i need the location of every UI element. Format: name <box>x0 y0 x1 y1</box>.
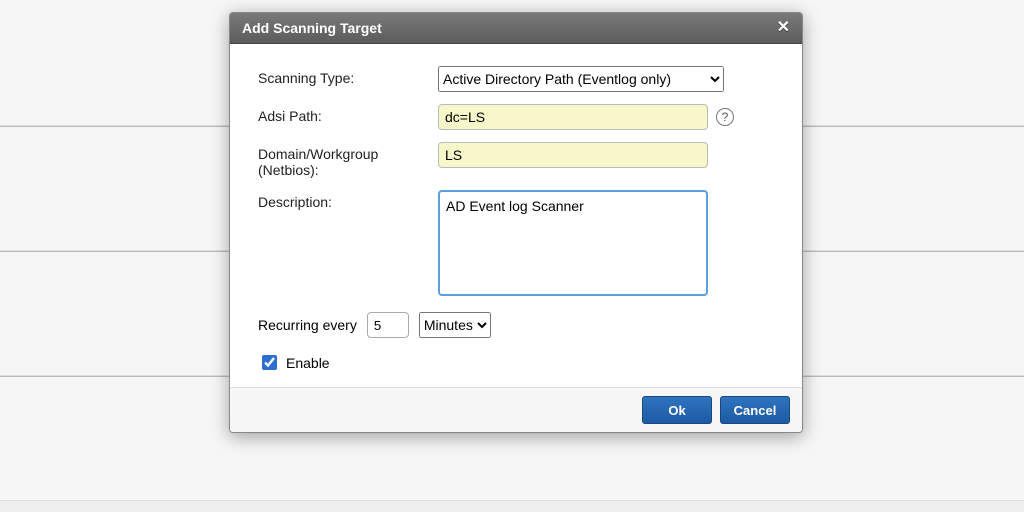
domain-workgroup-input[interactable] <box>438 142 708 168</box>
close-icon[interactable]: ✕ <box>777 20 790 36</box>
dialog-title: Add Scanning Target <box>242 20 382 36</box>
enable-checkbox[interactable] <box>262 355 277 370</box>
recurring-value-input[interactable] <box>367 312 409 338</box>
label-scanning-type: Scanning Type: <box>258 66 438 86</box>
dialog-titlebar[interactable]: Add Scanning Target ✕ <box>230 13 802 44</box>
cancel-button[interactable]: Cancel <box>720 396 790 424</box>
label-domain-workgroup: Domain/Workgroup (Netbios): <box>258 142 438 178</box>
label-adsi-path: Adsi Path: <box>258 104 438 124</box>
add-scanning-target-dialog: Add Scanning Target ✕ Scanning Type: Act… <box>229 12 803 433</box>
enable-row: Enable <box>258 352 774 373</box>
dialog-footer: Ok Cancel <box>230 387 802 432</box>
label-recurring: Recurring every <box>258 317 357 333</box>
help-icon[interactable]: ? <box>716 108 734 126</box>
recurring-row: Recurring every Minutes <box>258 312 774 338</box>
adsi-path-input[interactable] <box>438 104 708 130</box>
label-enable: Enable <box>286 355 330 371</box>
label-description: Description: <box>258 190 438 210</box>
scanning-type-select[interactable]: Active Directory Path (Eventlog only) <box>438 66 724 92</box>
dialog-body: Scanning Type: Active Directory Path (Ev… <box>230 44 802 387</box>
description-textarea[interactable]: AD Event log Scanner <box>438 190 708 296</box>
ok-button[interactable]: Ok <box>642 396 712 424</box>
recurring-unit-select[interactable]: Minutes <box>419 312 491 338</box>
